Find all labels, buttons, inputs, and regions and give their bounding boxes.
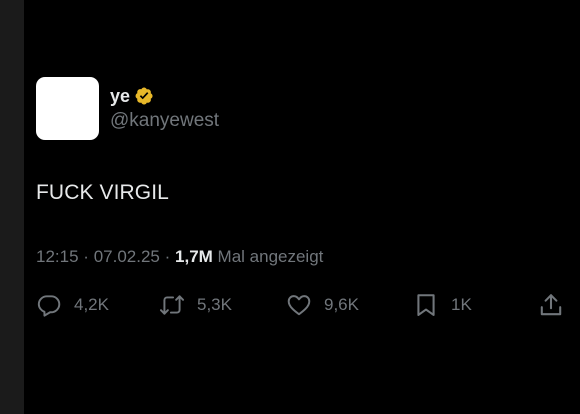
- left-edge-panel: [0, 0, 24, 414]
- share-button[interactable]: [538, 288, 564, 322]
- reply-icon: [36, 292, 62, 318]
- verified-badge-icon[interactable]: [134, 86, 154, 106]
- retweet-icon: [159, 292, 185, 318]
- reply-button[interactable]: 4,2K: [36, 288, 109, 322]
- tweet-text: FUCK VIRGIL: [36, 181, 169, 204]
- meta-separator: ·: [83, 247, 89, 266]
- author-handle[interactable]: @kanyewest: [110, 109, 219, 133]
- share-icon: [538, 292, 564, 318]
- meta-separator: ·: [164, 247, 171, 266]
- avatar[interactable]: [36, 77, 99, 140]
- tweet-date[interactable]: 07.02.25: [94, 247, 160, 266]
- bookmark-icon: [413, 292, 439, 318]
- like-count: 9,6K: [324, 295, 359, 314]
- tweet-meta: 12:15 · 07.02.25 · 1,7M Mal angezeigt: [36, 245, 323, 269]
- reply-count: 4,2K: [74, 295, 109, 314]
- screenshot-frame: ye @kanyewest FUCK VIRGIL 12:15 · 07.02.…: [0, 0, 580, 414]
- views-label: Mal angezeigt: [217, 247, 324, 266]
- tweet-time[interactable]: 12:15: [36, 247, 79, 266]
- views-count: 1,7M: [175, 247, 213, 266]
- bookmark-button[interactable]: 1K: [413, 288, 472, 322]
- heart-icon: [286, 292, 312, 318]
- author-names: ye @kanyewest: [110, 85, 219, 133]
- tweet-header: ye @kanyewest: [36, 77, 219, 140]
- bookmark-count: 1K: [451, 295, 472, 314]
- retweet-button[interactable]: 5,3K: [159, 288, 232, 322]
- retweet-count: 5,3K: [197, 295, 232, 314]
- like-button[interactable]: 9,6K: [286, 288, 359, 322]
- display-name[interactable]: ye: [110, 85, 130, 107]
- tweet-actions: 4,2K 5,3K 9,6K 1K: [24, 288, 580, 322]
- tweet-card: ye @kanyewest FUCK VIRGIL 12:15 · 07.02.…: [24, 0, 580, 414]
- display-name-row: ye: [110, 85, 219, 107]
